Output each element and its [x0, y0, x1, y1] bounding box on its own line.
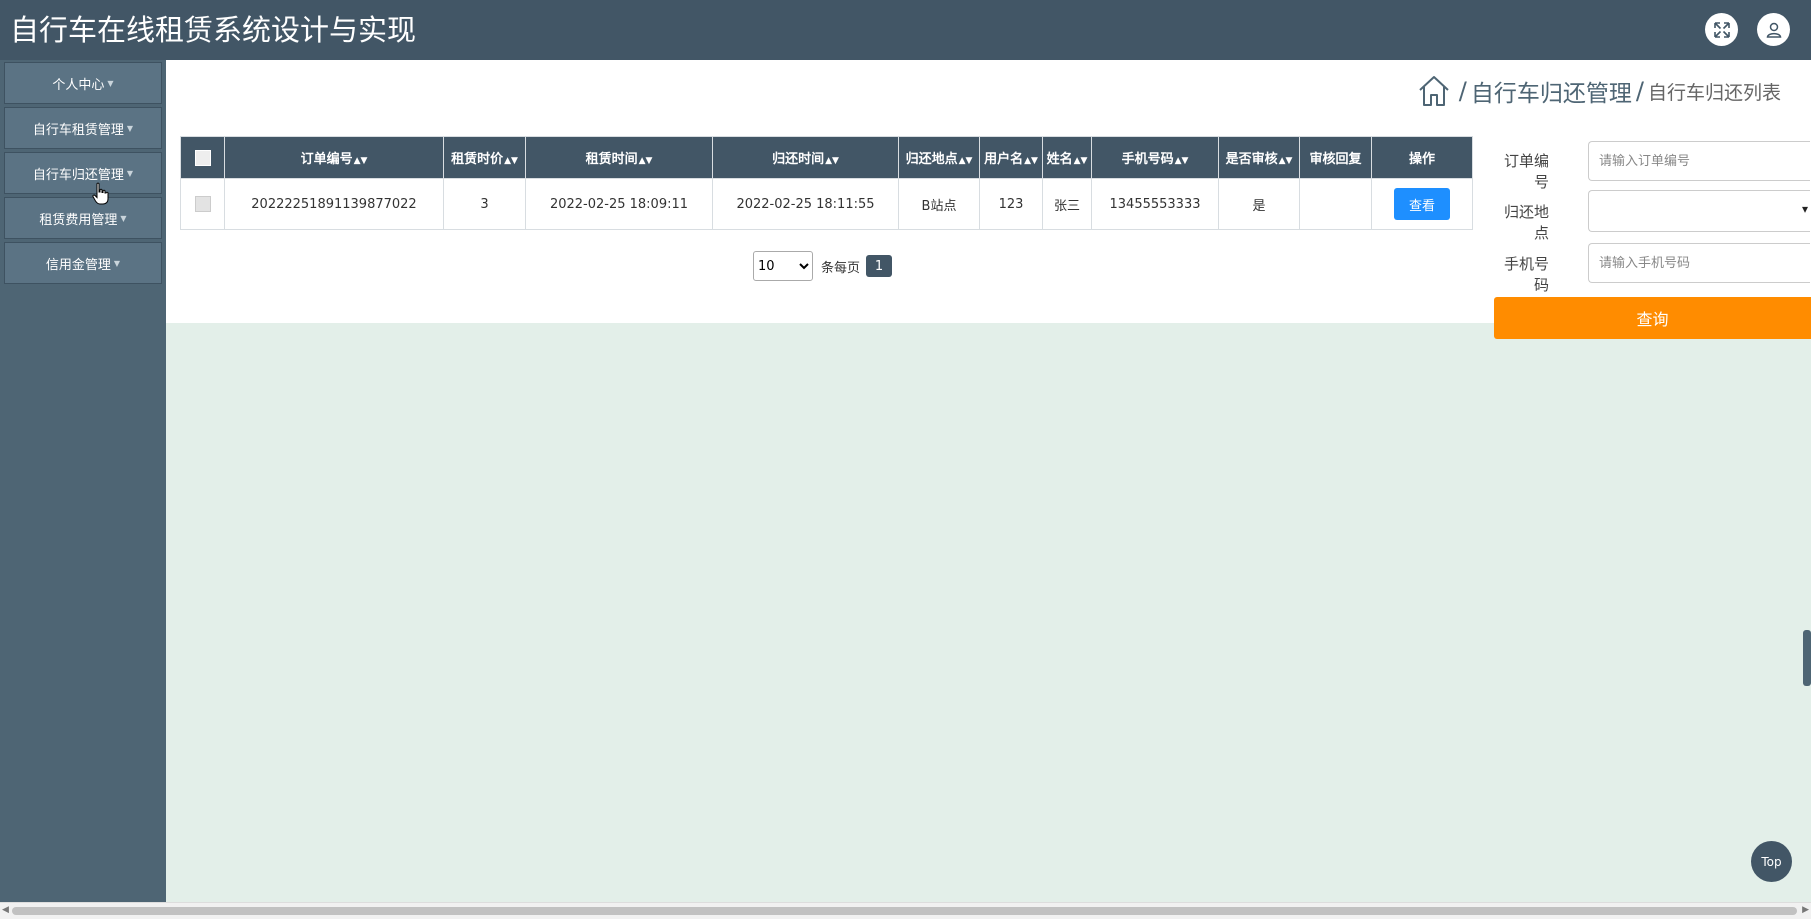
chevron-down-icon: ▼ [107, 78, 114, 88]
col-phone[interactable]: 手机号码▲▼ [1091, 136, 1219, 179]
sidebar-item-personal-center[interactable]: 个人中心 ▼ [4, 62, 162, 104]
sidebar: 个人中心 ▼ 自行车租赁管理 ▼ 自行车归还管理 ▼ 租赁费用管理 ▼ 信用金管理 ▼ [0, 60, 166, 902]
breadcrumb-main[interactable]: 自行车归还管理 [1471, 74, 1632, 108]
cell-username: 123 [979, 178, 1043, 230]
sort-icon: ▲▼ [1174, 156, 1189, 166]
return-table: 订单编号▲▼ 租赁时价▲▼ 租赁时间▲▼ 归还时间▲▼ 归还地点▲▼ 用户名▲▼… [180, 136, 1473, 230]
sort-icon: ▲▼ [825, 156, 839, 166]
col-return-time[interactable]: 归还时间▲▼ [712, 136, 899, 179]
page-1-button[interactable]: 1 [866, 255, 893, 277]
col-action: 操作 [1371, 136, 1473, 179]
breadcrumb-separator: / [1635, 77, 1644, 105]
chevron-down-icon: ▾ [1801, 202, 1808, 216]
cell-name: 张三 [1042, 178, 1092, 230]
breadcrumb-separator: / [1458, 77, 1467, 105]
cell-reply [1299, 178, 1372, 230]
cell-phone: 13455553333 [1091, 178, 1219, 230]
cell-rent-time: 2022-02-25 18:09:11 [525, 178, 713, 230]
cell-action: 查看 [1371, 178, 1473, 230]
back-to-top-button[interactable]: Top [1751, 841, 1792, 882]
hand-cursor-icon [92, 182, 109, 205]
table-row: 20222251891139877022 3 2022-02-25 18:09:… [180, 178, 1473, 230]
col-reviewed[interactable]: 是否审核▲▼ [1218, 136, 1300, 179]
breadcrumb: / 自行车归还管理 / 自行车归还列表 [1417, 74, 1781, 108]
sidebar-item-rental-management[interactable]: 自行车租赁管理 ▼ [4, 107, 162, 149]
view-button[interactable]: 查看 [1394, 188, 1450, 220]
cell-return-place: B站点 [898, 178, 980, 230]
breadcrumb-current: 自行车归还列表 [1647, 81, 1781, 104]
expand-icon [1713, 21, 1730, 38]
side-scroll-indicator[interactable] [1803, 630, 1811, 686]
chevron-down-icon: ▼ [126, 123, 134, 133]
select-all-checkbox[interactable] [180, 136, 225, 179]
phone-label: 手机号码 [1503, 255, 1549, 294]
sidebar-item-label: 个人中心 [52, 77, 105, 93]
col-name[interactable]: 姓名▲▼ [1042, 136, 1092, 179]
cell-order-no: 20222251891139877022 [224, 178, 444, 230]
col-price[interactable]: 租赁时价▲▼ [443, 136, 526, 179]
sort-icon: ▲▼ [1024, 156, 1038, 166]
sidebar-item-label: 租赁费用管理 [39, 212, 118, 228]
order-no-label: 订单编号 [1503, 152, 1549, 191]
scroll-right-icon[interactable]: ▶ [1802, 905, 1809, 915]
cell-reviewed: 是 [1218, 178, 1300, 230]
app-header: 自行车在线租赁系统设计与实现 [0, 0, 1811, 60]
per-page-label: 条每页 [821, 260, 861, 276]
user-icon [1766, 22, 1781, 38]
chevron-down-icon: ▼ [113, 258, 121, 268]
user-button[interactable] [1757, 13, 1790, 46]
app-title: 自行车在线租赁系统设计与实现 [10, 13, 417, 47]
sort-icon: ▲▼ [958, 156, 973, 166]
col-username[interactable]: 用户名▲▼ [979, 136, 1043, 179]
sidebar-item-fee-management[interactable]: 租赁费用管理 ▼ [4, 197, 162, 239]
cell-return-time: 2022-02-25 18:11:55 [712, 178, 899, 230]
sidebar-item-label: 自行车租赁管理 [32, 122, 124, 138]
col-reply: 审核回复 [1299, 136, 1372, 179]
col-return-place[interactable]: 归还地点▲▼ [898, 136, 980, 179]
checkbox[interactable] [194, 196, 211, 212]
sidebar-item-label: 自行车归还管理 [32, 167, 124, 183]
sidebar-item-credit-management[interactable]: 信用金管理 ▼ [4, 242, 162, 284]
phone-input[interactable] [1588, 243, 1810, 283]
checkbox[interactable] [194, 149, 211, 166]
sort-icon: ▲▼ [1073, 156, 1088, 166]
order-no-input[interactable] [1588, 141, 1810, 181]
sort-icon: ▲▼ [504, 156, 518, 166]
query-button[interactable]: 查询 [1494, 297, 1811, 339]
row-checkbox-cell[interactable] [180, 178, 225, 230]
return-place-label: 归还地点 [1503, 203, 1549, 242]
chevron-down-icon: ▼ [120, 213, 127, 223]
pagination: 10 条每页 1 [753, 251, 893, 281]
fullscreen-button[interactable] [1705, 13, 1738, 46]
cell-price: 3 [443, 178, 526, 230]
sort-icon: ▲▼ [638, 156, 653, 166]
horizontal-scrollbar[interactable]: ◀ ▶ [0, 902, 1811, 919]
sort-icon: ▲▼ [353, 156, 368, 166]
sidebar-item-label: 信用金管理 [45, 257, 111, 273]
chevron-down-icon: ▼ [126, 168, 134, 178]
col-rent-time[interactable]: 租赁时间▲▼ [525, 136, 713, 179]
sort-icon: ▲▼ [1278, 156, 1293, 166]
col-order-no[interactable]: 订单编号▲▼ [224, 136, 444, 179]
home-icon[interactable] [1417, 74, 1451, 108]
table-header-row: 订单编号▲▼ 租赁时价▲▼ 租赁时间▲▼ 归还时间▲▼ 归还地点▲▼ 用户名▲▼… [180, 136, 1473, 179]
sidebar-item-return-management[interactable]: 自行车归还管理 ▼ [4, 152, 162, 194]
scroll-left-icon[interactable]: ◀ [2, 905, 9, 915]
return-place-select[interactable]: ▾ [1588, 190, 1810, 232]
scrollbar-thumb[interactable] [12, 907, 1797, 915]
page-size-select[interactable]: 10 [753, 251, 813, 281]
